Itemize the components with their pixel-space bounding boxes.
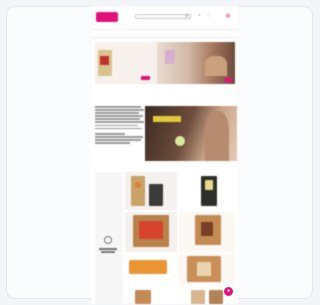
product-card[interactable] (125, 286, 177, 304)
gift-icon[interactable] (104, 236, 112, 244)
text-line (95, 115, 143, 117)
video-banner[interactable] (145, 106, 237, 161)
product-image (135, 182, 141, 188)
text-line (95, 139, 141, 141)
text-line (95, 109, 144, 111)
hero-secondary-button[interactable] (224, 78, 232, 82)
search-icon[interactable]: ⌕ (184, 13, 190, 20)
search-input[interactable] (135, 14, 191, 19)
product-image (197, 262, 211, 276)
product-image (135, 290, 151, 304)
play-icon[interactable] (175, 136, 185, 146)
webpage-thumbnail[interactable]: ⌕ ◔ ♡ ◍ (91, 6, 238, 304)
text-line (99, 248, 117, 250)
hero-photo-product (165, 50, 175, 64)
product-image (201, 222, 213, 236)
text-line (95, 127, 142, 130)
product-image (205, 180, 213, 190)
product-image (191, 290, 205, 304)
main-nav (91, 29, 238, 38)
product-image (209, 290, 223, 304)
text-line (95, 136, 143, 138)
product-grid (95, 172, 235, 304)
site-logo[interactable] (96, 12, 118, 22)
product-image (139, 221, 163, 239)
product-box-label (100, 56, 109, 65)
product-card[interactable] (179, 212, 235, 252)
product-card[interactable] (179, 172, 235, 210)
user-icon[interactable]: ◔ (196, 13, 202, 20)
text-line (95, 106, 141, 108)
product-card[interactable] (179, 254, 235, 284)
product-image (129, 260, 167, 274)
product-card[interactable] (125, 212, 177, 252)
text-line (101, 251, 115, 253)
about-section (95, 92, 145, 162)
text-line (95, 142, 130, 144)
heart-icon[interactable]: ♡ (206, 13, 212, 20)
hero-banner[interactable] (95, 42, 235, 84)
grid-sidebar (95, 172, 123, 304)
text-line (95, 112, 139, 114)
product-card[interactable] (125, 172, 177, 210)
video-person (205, 111, 229, 161)
text-line (95, 124, 138, 127)
text-line (95, 133, 125, 135)
hero-photo-person (205, 56, 227, 76)
video-caption-badge (153, 116, 181, 122)
site-header: ⌕ ◔ ♡ ◍ (91, 6, 238, 28)
text-line (95, 121, 144, 123)
product-image (149, 184, 163, 206)
product-card[interactable] (125, 254, 177, 284)
hero-cta-button[interactable] (141, 76, 150, 80)
cart-icon[interactable]: ◍ (225, 13, 231, 20)
chat-button[interactable]: ● (224, 287, 233, 296)
text-line (95, 118, 140, 120)
product-image (131, 176, 145, 206)
